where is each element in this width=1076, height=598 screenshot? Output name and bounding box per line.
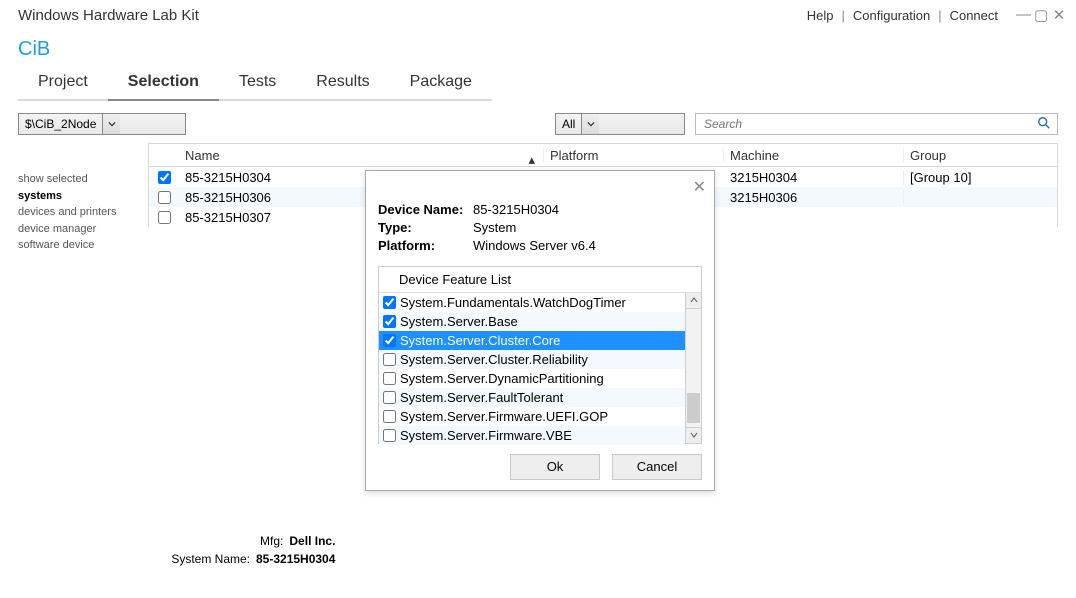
feature-label: System.Server.FaultTolerant bbox=[400, 390, 563, 405]
col-header-group[interactable]: Group bbox=[904, 148, 1057, 163]
feature-label: System.Fundamentals.WatchDogTimer bbox=[400, 295, 626, 310]
feature-row[interactable]: System.Fundamentals.WatchDogTimer bbox=[379, 293, 685, 312]
feature-label: System.Server.Cluster.Core bbox=[400, 333, 560, 348]
filter-device-manager[interactable]: device manager bbox=[18, 221, 148, 238]
filter-systems[interactable]: systems bbox=[18, 188, 148, 205]
footer-info: Mfg: Dell Inc. System Name: 85-3215H0304 bbox=[170, 532, 335, 568]
scroll-thumb[interactable] bbox=[687, 393, 700, 423]
close-icon[interactable]: ✕ bbox=[1052, 6, 1066, 24]
filter-software-device[interactable]: software device bbox=[18, 237, 148, 254]
feature-checkbox[interactable] bbox=[383, 353, 396, 366]
mfg-label: Mfg: bbox=[203, 532, 283, 550]
mfg-value: Dell Inc. bbox=[289, 534, 335, 548]
feature-row[interactable]: System.Server.Cluster.Core bbox=[379, 331, 685, 350]
left-filter-panel: show selected systems devices and printe… bbox=[18, 143, 148, 254]
system-name-label: System Name: bbox=[170, 550, 250, 568]
connect-link[interactable]: Connect bbox=[950, 8, 998, 23]
ok-button[interactable]: Ok bbox=[510, 454, 600, 480]
feature-row[interactable]: System.Server.Firmware.VBE bbox=[379, 426, 685, 445]
feature-list-title: Device Feature List bbox=[379, 267, 701, 293]
col-header-machine[interactable]: Machine bbox=[724, 148, 904, 163]
help-link[interactable]: Help bbox=[807, 8, 834, 23]
device-details-dialog: ✕ Device Name:85-3215H0304 Type:System P… bbox=[365, 170, 715, 491]
chevron-down-icon bbox=[102, 114, 120, 134]
tab-results[interactable]: Results bbox=[296, 67, 389, 101]
grid-header: Name ▴ Platform Machine Group bbox=[148, 143, 1058, 167]
scope-dropdown-value: $\CiB_2Node bbox=[19, 117, 102, 131]
feature-label: System.Server.Base bbox=[400, 314, 518, 329]
minimize-icon[interactable]: — bbox=[1016, 6, 1030, 24]
feature-row[interactable]: System.Server.FaultTolerant bbox=[379, 388, 685, 407]
feature-list: System.Fundamentals.WatchDogTimer System.… bbox=[379, 293, 685, 443]
project-name: CiB bbox=[0, 36, 1076, 67]
row-group: [Group 10] bbox=[904, 170, 1057, 185]
scroll-up-icon[interactable] bbox=[686, 293, 701, 309]
maximize-icon[interactable]: ▢ bbox=[1034, 6, 1048, 24]
feature-row[interactable]: System.Server.Cluster.Reliability bbox=[379, 350, 685, 369]
feature-label: System.Server.Firmware.UEFI.GOP bbox=[400, 409, 608, 424]
header-links: Help | Configuration | Connect bbox=[807, 8, 998, 23]
col-header-name[interactable]: Name ▴ bbox=[179, 148, 544, 163]
filter-dropdown-value: All bbox=[556, 117, 581, 131]
search-input[interactable] bbox=[702, 116, 1037, 132]
row-checkbox[interactable] bbox=[158, 211, 171, 224]
search-icon[interactable] bbox=[1037, 116, 1051, 133]
cancel-button[interactable]: Cancel bbox=[612, 454, 702, 480]
filter-dropdown[interactable]: All bbox=[555, 113, 685, 135]
filter-show-selected[interactable]: show selected bbox=[18, 171, 148, 188]
toolbar: $\CiB_2Node All bbox=[0, 101, 1076, 143]
separator: | bbox=[841, 8, 844, 23]
feature-checkbox[interactable] bbox=[383, 315, 396, 328]
tab-project[interactable]: Project bbox=[18, 67, 108, 101]
scrollbar[interactable] bbox=[685, 293, 701, 443]
scope-dropdown[interactable]: $\CiB_2Node bbox=[18, 113, 186, 135]
dialog-close-icon[interactable]: ✕ bbox=[693, 177, 706, 197]
feature-list-box: Device Feature List System.Fundamentals.… bbox=[378, 266, 702, 444]
feature-checkbox[interactable] bbox=[383, 296, 396, 309]
app-title: Windows Hardware Lab Kit bbox=[18, 7, 807, 24]
tab-package[interactable]: Package bbox=[390, 67, 492, 101]
system-name-value: 85-3215H0304 bbox=[256, 552, 335, 566]
row-machine: 3215H0306 bbox=[724, 190, 904, 205]
feature-checkbox[interactable] bbox=[383, 334, 396, 347]
type-label: Type: bbox=[378, 219, 473, 237]
type-value: System bbox=[473, 219, 516, 237]
col-header-platform[interactable]: Platform bbox=[544, 148, 724, 163]
scroll-down-icon[interactable] bbox=[686, 427, 701, 443]
titlebar: Windows Hardware Lab Kit Help | Configur… bbox=[0, 0, 1076, 30]
separator: | bbox=[938, 8, 941, 23]
filter-devices-printers[interactable]: devices and printers bbox=[18, 204, 148, 221]
platform-label: Platform: bbox=[378, 237, 473, 255]
tab-selection[interactable]: Selection bbox=[108, 67, 219, 101]
row-checkbox[interactable] bbox=[158, 191, 171, 204]
feature-checkbox[interactable] bbox=[383, 372, 396, 385]
feature-row[interactable]: System.Server.Base bbox=[379, 312, 685, 331]
feature-row[interactable]: System.Server.DynamicPartitioning bbox=[379, 369, 685, 388]
tab-tests[interactable]: Tests bbox=[219, 67, 296, 101]
feature-label: System.Server.Firmware.VBE bbox=[400, 428, 572, 443]
row-checkbox[interactable] bbox=[158, 171, 171, 184]
feature-checkbox[interactable] bbox=[383, 391, 396, 404]
feature-label: System.Server.Cluster.Reliability bbox=[400, 352, 588, 367]
device-name-value: 85-3215H0304 bbox=[473, 201, 559, 219]
feature-label: System.Server.DynamicPartitioning bbox=[400, 371, 604, 386]
sort-asc-icon: ▴ bbox=[528, 152, 535, 168]
row-machine: 3215H0304 bbox=[724, 170, 904, 185]
window-controls: — ▢ ✕ bbox=[1016, 6, 1066, 24]
feature-checkbox[interactable] bbox=[383, 429, 396, 442]
search-box[interactable] bbox=[695, 113, 1058, 135]
platform-value: Windows Server v6.4 bbox=[473, 237, 596, 255]
feature-checkbox[interactable] bbox=[383, 410, 396, 423]
configuration-link[interactable]: Configuration bbox=[853, 8, 930, 23]
chevron-down-icon bbox=[581, 114, 599, 134]
col-header-name-label: Name bbox=[185, 148, 220, 163]
feature-row[interactable]: System.Server.Firmware.UEFI.GOP bbox=[379, 407, 685, 426]
main-tabs: Project Selection Tests Results Package bbox=[0, 67, 1076, 101]
device-name-label: Device Name: bbox=[378, 201, 473, 219]
